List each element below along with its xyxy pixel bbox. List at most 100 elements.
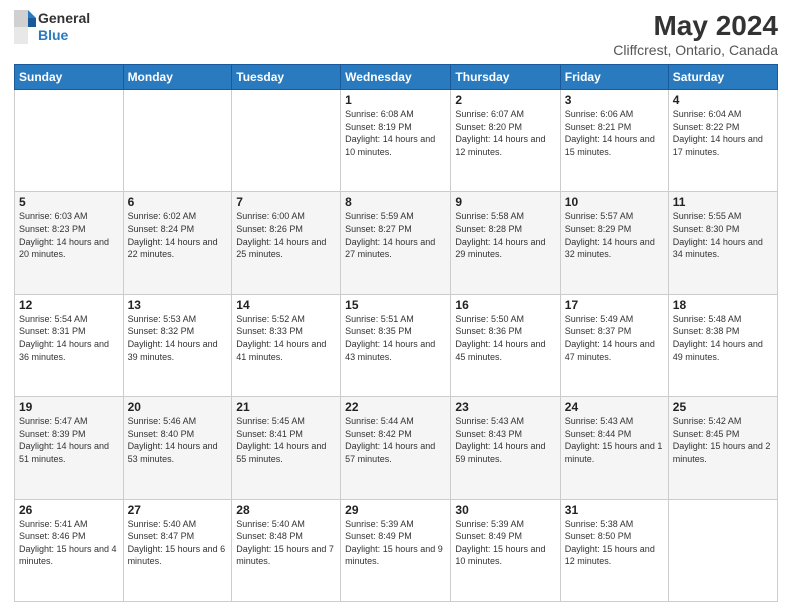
day-detail: Sunrise: 5:55 AM Sunset: 8:30 PM Dayligh… (673, 210, 773, 260)
day-detail: Sunrise: 5:38 AM Sunset: 8:50 PM Dayligh… (565, 518, 664, 568)
day-detail: Sunrise: 5:59 AM Sunset: 8:27 PM Dayligh… (345, 210, 446, 260)
day-cell: 2Sunrise: 6:07 AM Sunset: 8:20 PM Daylig… (451, 90, 560, 192)
day-detail: Sunrise: 5:45 AM Sunset: 8:41 PM Dayligh… (236, 415, 336, 465)
day-cell: 20Sunrise: 5:46 AM Sunset: 8:40 PM Dayli… (123, 397, 232, 499)
calendar: SundayMondayTuesdayWednesdayThursdayFrid… (14, 64, 778, 602)
day-cell: 17Sunrise: 5:49 AM Sunset: 8:37 PM Dayli… (560, 294, 668, 396)
day-number: 27 (128, 503, 228, 517)
main-title: May 2024 (613, 10, 778, 42)
weekday-header-sunday: Sunday (15, 65, 124, 90)
day-cell: 14Sunrise: 5:52 AM Sunset: 8:33 PM Dayli… (232, 294, 341, 396)
day-cell: 12Sunrise: 5:54 AM Sunset: 8:31 PM Dayli… (15, 294, 124, 396)
day-detail: Sunrise: 6:02 AM Sunset: 8:24 PM Dayligh… (128, 210, 228, 260)
day-cell: 9Sunrise: 5:58 AM Sunset: 8:28 PM Daylig… (451, 192, 560, 294)
day-detail: Sunrise: 6:00 AM Sunset: 8:26 PM Dayligh… (236, 210, 336, 260)
day-cell: 5Sunrise: 6:03 AM Sunset: 8:23 PM Daylig… (15, 192, 124, 294)
day-cell: 30Sunrise: 5:39 AM Sunset: 8:49 PM Dayli… (451, 499, 560, 601)
week-row-1: 1Sunrise: 6:08 AM Sunset: 8:19 PM Daylig… (15, 90, 778, 192)
day-number: 20 (128, 400, 228, 414)
day-number: 21 (236, 400, 336, 414)
day-cell: 27Sunrise: 5:40 AM Sunset: 8:47 PM Dayli… (123, 499, 232, 601)
day-detail: Sunrise: 5:43 AM Sunset: 8:44 PM Dayligh… (565, 415, 664, 465)
day-number: 28 (236, 503, 336, 517)
day-detail: Sunrise: 5:52 AM Sunset: 8:33 PM Dayligh… (236, 313, 336, 363)
day-number: 22 (345, 400, 446, 414)
day-number: 7 (236, 195, 336, 209)
day-cell: 13Sunrise: 5:53 AM Sunset: 8:32 PM Dayli… (123, 294, 232, 396)
weekday-header-saturday: Saturday (668, 65, 777, 90)
day-detail: Sunrise: 5:44 AM Sunset: 8:42 PM Dayligh… (345, 415, 446, 465)
day-number: 14 (236, 298, 336, 312)
day-detail: Sunrise: 6:03 AM Sunset: 8:23 PM Dayligh… (19, 210, 119, 260)
day-cell (232, 90, 341, 192)
day-cell: 22Sunrise: 5:44 AM Sunset: 8:42 PM Dayli… (341, 397, 451, 499)
day-number: 16 (455, 298, 555, 312)
day-detail: Sunrise: 5:43 AM Sunset: 8:43 PM Dayligh… (455, 415, 555, 465)
weekday-header-thursday: Thursday (451, 65, 560, 90)
day-cell: 10Sunrise: 5:57 AM Sunset: 8:29 PM Dayli… (560, 192, 668, 294)
day-cell: 23Sunrise: 5:43 AM Sunset: 8:43 PM Dayli… (451, 397, 560, 499)
day-detail: Sunrise: 5:39 AM Sunset: 8:49 PM Dayligh… (455, 518, 555, 568)
week-row-5: 26Sunrise: 5:41 AM Sunset: 8:46 PM Dayli… (15, 499, 778, 601)
day-number: 29 (345, 503, 446, 517)
day-number: 4 (673, 93, 773, 107)
day-cell (15, 90, 124, 192)
day-detail: Sunrise: 6:08 AM Sunset: 8:19 PM Dayligh… (345, 108, 446, 158)
day-detail: Sunrise: 5:40 AM Sunset: 8:47 PM Dayligh… (128, 518, 228, 568)
day-cell: 25Sunrise: 5:42 AM Sunset: 8:45 PM Dayli… (668, 397, 777, 499)
day-cell: 4Sunrise: 6:04 AM Sunset: 8:22 PM Daylig… (668, 90, 777, 192)
day-cell: 3Sunrise: 6:06 AM Sunset: 8:21 PM Daylig… (560, 90, 668, 192)
day-detail: Sunrise: 5:41 AM Sunset: 8:46 PM Dayligh… (19, 518, 119, 568)
day-cell (668, 499, 777, 601)
day-detail: Sunrise: 5:42 AM Sunset: 8:45 PM Dayligh… (673, 415, 773, 465)
day-number: 13 (128, 298, 228, 312)
day-cell: 11Sunrise: 5:55 AM Sunset: 8:30 PM Dayli… (668, 192, 777, 294)
day-number: 10 (565, 195, 664, 209)
day-detail: Sunrise: 6:04 AM Sunset: 8:22 PM Dayligh… (673, 108, 773, 158)
logo-graphic-icon (14, 10, 36, 44)
day-cell: 7Sunrise: 6:00 AM Sunset: 8:26 PM Daylig… (232, 192, 341, 294)
day-detail: Sunrise: 5:40 AM Sunset: 8:48 PM Dayligh… (236, 518, 336, 568)
day-detail: Sunrise: 5:46 AM Sunset: 8:40 PM Dayligh… (128, 415, 228, 465)
day-cell: 1Sunrise: 6:08 AM Sunset: 8:19 PM Daylig… (341, 90, 451, 192)
day-number: 26 (19, 503, 119, 517)
weekday-header-row: SundayMondayTuesdayWednesdayThursdayFrid… (15, 65, 778, 90)
day-number: 25 (673, 400, 773, 414)
day-cell: 29Sunrise: 5:39 AM Sunset: 8:49 PM Dayli… (341, 499, 451, 601)
title-block: May 2024 Cliffcrest, Ontario, Canada (613, 10, 778, 58)
page: General Blue May 2024 Cliffcrest, Ontari… (0, 0, 792, 612)
day-cell: 21Sunrise: 5:45 AM Sunset: 8:41 PM Dayli… (232, 397, 341, 499)
day-detail: Sunrise: 5:49 AM Sunset: 8:37 PM Dayligh… (565, 313, 664, 363)
day-number: 31 (565, 503, 664, 517)
day-detail: Sunrise: 5:51 AM Sunset: 8:35 PM Dayligh… (345, 313, 446, 363)
day-number: 24 (565, 400, 664, 414)
logo: General Blue (14, 10, 90, 44)
day-cell: 15Sunrise: 5:51 AM Sunset: 8:35 PM Dayli… (341, 294, 451, 396)
day-number: 30 (455, 503, 555, 517)
day-cell: 28Sunrise: 5:40 AM Sunset: 8:48 PM Dayli… (232, 499, 341, 601)
day-cell: 19Sunrise: 5:47 AM Sunset: 8:39 PM Dayli… (15, 397, 124, 499)
day-number: 19 (19, 400, 119, 414)
day-number: 18 (673, 298, 773, 312)
header: General Blue May 2024 Cliffcrest, Ontari… (14, 10, 778, 58)
day-detail: Sunrise: 6:06 AM Sunset: 8:21 PM Dayligh… (565, 108, 664, 158)
week-row-2: 5Sunrise: 6:03 AM Sunset: 8:23 PM Daylig… (15, 192, 778, 294)
day-number: 23 (455, 400, 555, 414)
day-number: 1 (345, 93, 446, 107)
day-number: 12 (19, 298, 119, 312)
day-cell: 31Sunrise: 5:38 AM Sunset: 8:50 PM Dayli… (560, 499, 668, 601)
weekday-header-wednesday: Wednesday (341, 65, 451, 90)
day-number: 2 (455, 93, 555, 107)
weekday-header-friday: Friday (560, 65, 668, 90)
day-detail: Sunrise: 5:54 AM Sunset: 8:31 PM Dayligh… (19, 313, 119, 363)
week-row-3: 12Sunrise: 5:54 AM Sunset: 8:31 PM Dayli… (15, 294, 778, 396)
day-detail: Sunrise: 5:47 AM Sunset: 8:39 PM Dayligh… (19, 415, 119, 465)
day-detail: Sunrise: 5:57 AM Sunset: 8:29 PM Dayligh… (565, 210, 664, 260)
day-cell: 6Sunrise: 6:02 AM Sunset: 8:24 PM Daylig… (123, 192, 232, 294)
sub-title: Cliffcrest, Ontario, Canada (613, 42, 778, 58)
day-number: 6 (128, 195, 228, 209)
day-cell (123, 90, 232, 192)
day-cell: 8Sunrise: 5:59 AM Sunset: 8:27 PM Daylig… (341, 192, 451, 294)
day-detail: Sunrise: 5:53 AM Sunset: 8:32 PM Dayligh… (128, 313, 228, 363)
day-detail: Sunrise: 5:58 AM Sunset: 8:28 PM Dayligh… (455, 210, 555, 260)
